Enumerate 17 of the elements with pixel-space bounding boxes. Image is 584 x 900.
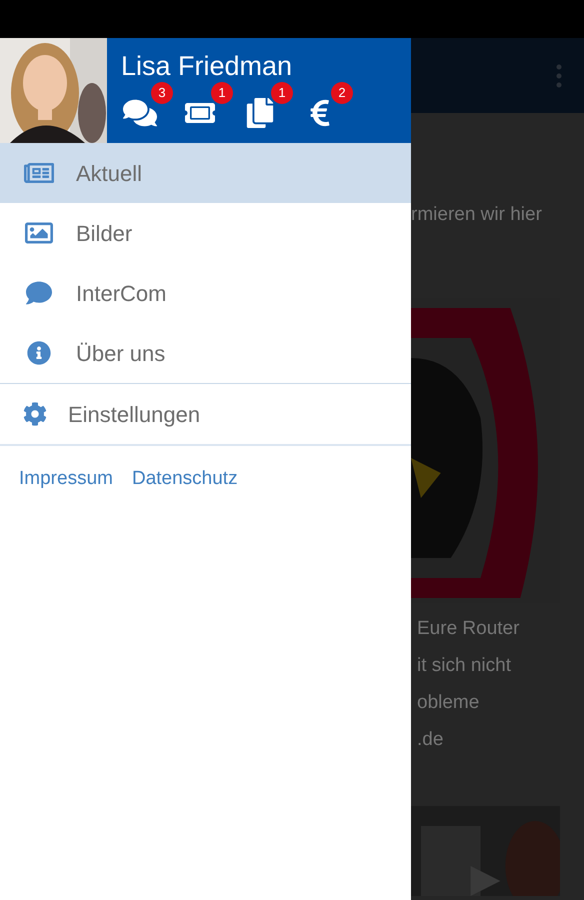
settings-icon bbox=[23, 402, 47, 426]
footer-link[interactable]: Datenschutz bbox=[132, 465, 238, 494]
article-text: .de bbox=[416, 728, 444, 752]
footer-link[interactable]: Impressum bbox=[19, 465, 113, 494]
article-text: obleme bbox=[416, 690, 480, 714]
article-text: it sich nicht bbox=[416, 654, 512, 678]
notification-badge: 1 bbox=[271, 82, 293, 104]
info-icon bbox=[27, 341, 51, 365]
article-text: rmieren wir hier bbox=[411, 203, 543, 227]
documents-icon[interactable] bbox=[245, 98, 275, 128]
speech-bubble-icon bbox=[26, 280, 52, 306]
user-name: Lisa Friedman bbox=[121, 50, 294, 82]
menu-item[interactable]: Aktuell bbox=[0, 143, 411, 203]
notification-badge: 2 bbox=[331, 82, 353, 104]
notification-badge: 1 bbox=[211, 82, 233, 104]
article-text: Eure Router bbox=[416, 616, 520, 640]
notification-badge: 3 bbox=[151, 82, 173, 104]
